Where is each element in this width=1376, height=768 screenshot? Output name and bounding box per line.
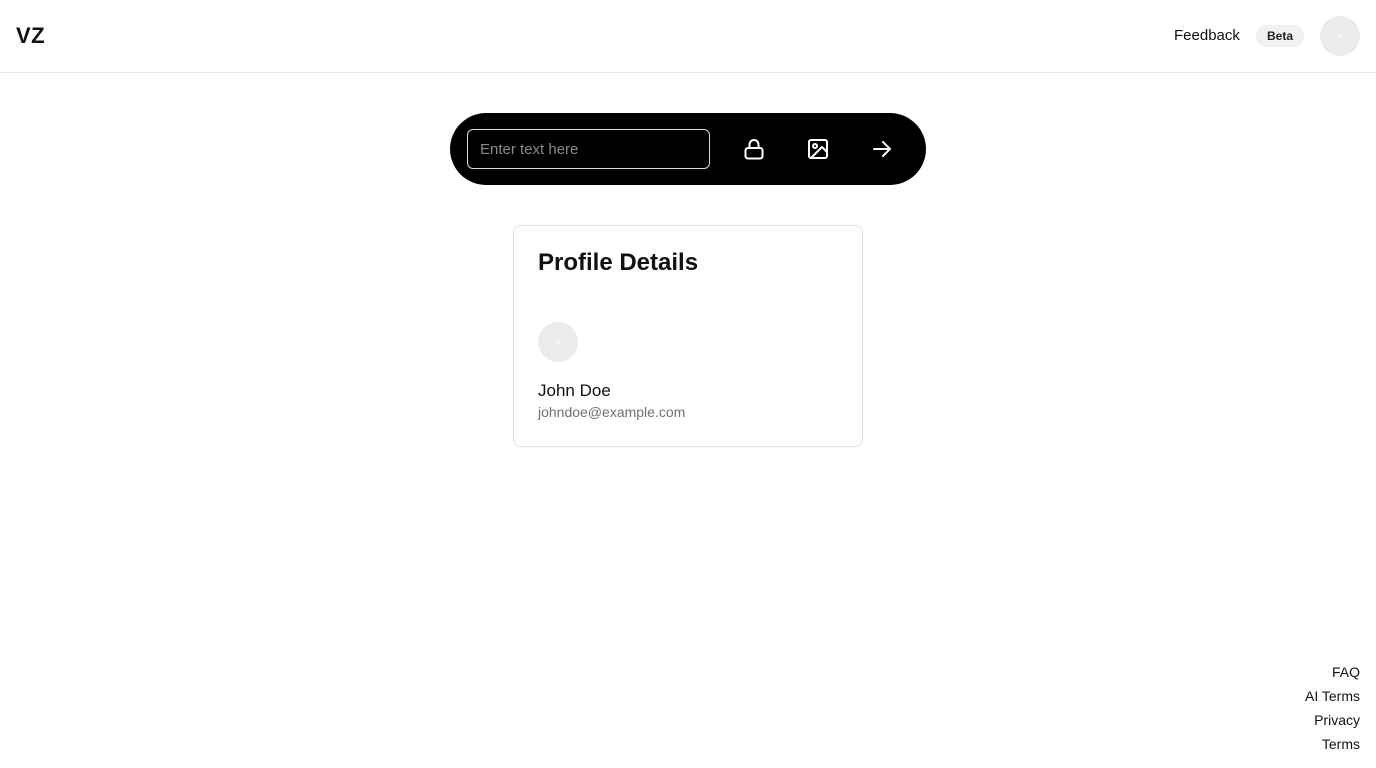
lock-icon (744, 139, 764, 160)
profile-email: johndoe@example.com (538, 404, 686, 420)
image-icon (808, 139, 828, 159)
footer-link-privacy[interactable]: Privacy (1314, 708, 1360, 732)
arrow-right-icon (873, 141, 891, 157)
footer-link-terms[interactable]: Terms (1322, 732, 1360, 756)
logo[interactable]: VZ (16, 22, 45, 50)
footer-link-faq[interactable]: FAQ (1332, 660, 1360, 684)
lock-button[interactable] (738, 133, 770, 165)
user-avatar-button[interactable] (1320, 16, 1360, 56)
profile-title: Profile Details (538, 249, 699, 276)
beta-badge: Beta (1256, 25, 1304, 47)
profile-card: Profile Details John Doe johndoe@example… (513, 225, 863, 447)
footer-links: FAQ AI Terms Privacy Terms (1305, 660, 1360, 756)
top-header: VZ Feedback Beta (0, 0, 1376, 73)
prompt-input[interactable] (467, 129, 710, 169)
profile-name: John Doe (538, 381, 611, 400)
feedback-link[interactable]: Feedback (1174, 26, 1240, 46)
profile-avatar (538, 322, 578, 362)
footer-link-ai-terms[interactable]: AI Terms (1305, 684, 1360, 708)
prompt-bar (450, 113, 926, 185)
send-button[interactable] (866, 133, 898, 165)
image-button[interactable] (802, 133, 834, 165)
avatar-icon (1338, 34, 1342, 38)
avatar-icon (556, 340, 560, 344)
